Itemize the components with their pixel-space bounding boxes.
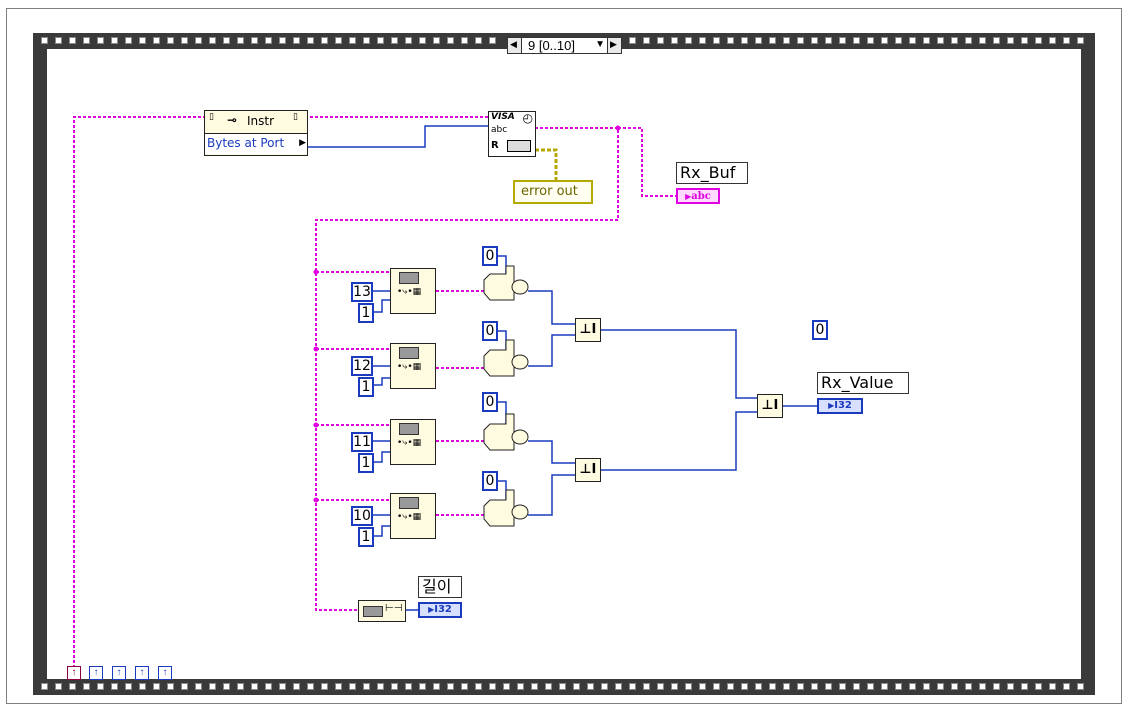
error-out-indicator[interactable]: error out — [513, 180, 593, 204]
length-constant-3[interactable]: 1 — [358, 453, 374, 473]
triangle-right-icon: ▶ — [299, 137, 306, 147]
string-subset-node-1[interactable]: •⤷•▦ — [390, 268, 436, 314]
length-indicator-label: 길이 — [418, 576, 462, 598]
visa-resource-icon: ▯ — [209, 112, 214, 122]
select-node-4[interactable] — [483, 489, 515, 527]
join-numbers-node-2[interactable]: ⊥I — [575, 458, 601, 482]
offset-constant-4[interactable]: 10 — [351, 506, 373, 526]
shift-register-arrow-icon[interactable]: ↑ — [89, 666, 103, 680]
shift-register-arrow-icon[interactable]: ↑ — [158, 666, 172, 680]
join-numbers-icon: ⊥I — [579, 322, 597, 337]
select-constant-2[interactable]: 0 — [482, 321, 498, 341]
length-constant-2[interactable]: 1 — [358, 377, 374, 397]
string-length-icon — [363, 606, 383, 617]
select-node-2[interactable] — [483, 339, 515, 377]
string-subset-icon — [399, 423, 419, 435]
string-subset-node-4[interactable]: •⤷•▦ — [390, 493, 436, 539]
rx-buf-terminal[interactable]: ▶abc — [676, 188, 720, 204]
connector-icon: ⊸ — [227, 113, 238, 127]
shift-register-arrow-icon[interactable]: ↑ — [135, 666, 149, 680]
i32-type-label: I32 — [434, 604, 452, 615]
bytes-at-port-label: Bytes at Port — [207, 136, 285, 150]
rx-value-terminal[interactable]: ▶I32 — [817, 398, 863, 414]
length-constant-1[interactable]: 1 — [358, 303, 374, 323]
string-subset-icon — [399, 272, 419, 284]
shift-register-arrow-icon[interactable]: ↑ — [67, 666, 81, 680]
length-constant-4[interactable]: 1 — [358, 527, 374, 547]
select-constant-4[interactable]: 0 — [482, 471, 498, 491]
zero-constant[interactable]: 0 — [812, 320, 828, 340]
offset-constant-2[interactable]: 12 — [351, 356, 373, 376]
r-label: R — [491, 140, 499, 151]
subset-arrow-icon: •⤷•▦ — [397, 438, 422, 448]
shift-register-arrow-icon[interactable]: ↑ — [112, 666, 126, 680]
error-wire — [535, 148, 558, 180]
select-constant-1[interactable]: 0 — [482, 246, 498, 266]
buffer-icon — [507, 140, 531, 152]
abc-label: abc — [491, 125, 508, 135]
length-indicator-terminal[interactable]: ▶I32 — [418, 602, 462, 618]
instr-label: Instr — [247, 114, 275, 128]
string-subset-icon — [399, 497, 419, 509]
join-numbers-node-1[interactable]: ⊥I — [575, 318, 601, 342]
join-numbers-node-3[interactable]: ⊥I — [757, 394, 783, 418]
offset-constant-3[interactable]: 11 — [351, 432, 373, 452]
offset-constant-1[interactable]: 13 — [351, 282, 373, 302]
select-node-1[interactable] — [483, 265, 515, 301]
join-numbers-icon: ⊥I — [579, 462, 597, 477]
rx-value-label: Rx_Value — [817, 372, 909, 394]
i32-type-label: I32 — [834, 400, 852, 411]
length-arrow-icon: ⊢⊣ — [385, 603, 403, 614]
clock-icon: ◴ — [522, 111, 533, 125]
visa-label: VISA — [491, 112, 515, 122]
string-subset-node-3[interactable]: •⤷•▦ — [390, 419, 436, 465]
error-out-label: error out — [521, 184, 578, 199]
visa-read-node[interactable]: VISA ◴ abc R — [488, 111, 536, 157]
string-length-node[interactable]: ⊢⊣ — [358, 600, 406, 622]
abc-type-label: abc — [691, 191, 711, 202]
wires-layer — [73, 116, 818, 668]
subset-arrow-icon: •⤷•▦ — [397, 287, 422, 297]
rx-buf-label: Rx_Buf — [676, 162, 748, 184]
select-constant-3[interactable]: 0 — [482, 392, 498, 412]
select-node-3[interactable] — [483, 413, 515, 451]
subset-arrow-icon: •⤷•▦ — [397, 512, 422, 522]
string-subset-icon — [399, 347, 419, 359]
subset-arrow-icon: •⤷•▦ — [397, 362, 422, 372]
visa-out-icon: ▯ — [293, 112, 298, 122]
visa-property-node[interactable]: ▯ ⊸ Instr ▯ Bytes at Port ▶ — [204, 110, 308, 156]
string-subset-node-2[interactable]: •⤷•▦ — [390, 343, 436, 389]
join-numbers-icon: ⊥I — [761, 398, 779, 413]
